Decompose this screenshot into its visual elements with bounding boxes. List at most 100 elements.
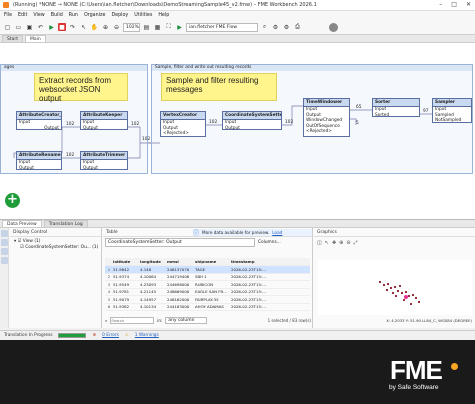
data-table: latitude longitude mmsi shipname timesta… xyxy=(105,258,310,311)
table-source-select[interactable]: CoordinateSystemSetter: Output xyxy=(105,238,255,247)
table-search-input[interactable] xyxy=(110,317,155,324)
run-icon[interactable]: ▶ xyxy=(47,23,56,32)
grid-icon[interactable]: ▦ xyxy=(153,23,162,32)
port-rejected[interactable]: <Rejected> xyxy=(161,131,205,137)
tree-item-source[interactable]: ☑ CoordinateSystemSetter: Ou... (1) xyxy=(10,245,101,251)
save-icon[interactable]: ▣ xyxy=(25,23,34,32)
tree-label: CoordinateSystemSetter: Ou... (1) xyxy=(25,245,99,250)
graphics-view[interactable] xyxy=(318,260,472,315)
settings-icon[interactable]: ⚙ xyxy=(271,23,280,32)
column-filter-select[interactable]: any column xyxy=(165,317,208,324)
search-icon[interactable]: ⌕ xyxy=(260,23,269,32)
zoom-out-icon[interactable]: ⊖ xyxy=(346,240,350,246)
measure-icon[interactable]: ⤢ xyxy=(354,240,358,246)
gear-icon[interactable]: ⚙ xyxy=(282,23,291,32)
selected-point[interactable] xyxy=(404,295,408,299)
run-target-select[interactable]: ian.fletcher FME Flow xyxy=(186,22,258,32)
play-icon[interactable]: ▶ xyxy=(175,23,184,32)
port-notsampled[interactable]: NotSampled xyxy=(433,118,471,124)
workspace-canvas[interactable]: ages Sample, filter and write out result… xyxy=(0,43,475,220)
transformer-sorter[interactable]: Sorter Input Sorted xyxy=(372,98,420,119)
port-output[interactable]: Output xyxy=(81,166,127,172)
error-count[interactable]: 0 Errors xyxy=(102,333,119,338)
pan-icon[interactable]: ✥ xyxy=(332,240,336,246)
transformer-name: AttributeTrimmer xyxy=(81,152,127,160)
port-sorted[interactable]: Sorted xyxy=(373,113,419,119)
port-output[interactable]: Output xyxy=(81,126,127,132)
port-output[interactable]: Output xyxy=(17,166,61,172)
transformer-sampler[interactable]: Sampler Input Sampled NotSampled xyxy=(432,98,472,123)
filter-icon[interactable] xyxy=(1,257,8,264)
menu-file[interactable]: File xyxy=(4,13,12,18)
tab-start[interactable]: Start xyxy=(2,35,23,42)
fit-icon[interactable]: ⛶ xyxy=(164,23,173,32)
zoom-in-icon[interactable]: ⊕ xyxy=(101,23,110,32)
graphics-icon[interactable] xyxy=(1,248,8,255)
menu-organize[interactable]: Organize xyxy=(84,13,106,18)
port-rejected[interactable]: <Rejected> xyxy=(304,129,349,135)
maximize-button[interactable]: □ xyxy=(451,1,457,8)
table-row[interactable]: 4 51.9781 4.21145 248669000 EAGLE SAN FR... 2… xyxy=(105,289,310,296)
tab-data-preview[interactable]: Data Preview xyxy=(2,220,42,227)
port-output[interactable]: Output xyxy=(17,126,61,132)
column-header[interactable]: latitude xyxy=(113,259,140,264)
pan-icon[interactable]: ✋ xyxy=(90,23,99,32)
fme-logo: FME xyxy=(390,355,443,385)
stop-icon[interactable]: ■ xyxy=(58,23,66,31)
transformer-vertexcreator[interactable]: VertexCreator Input Output <Rejected> xyxy=(160,111,206,137)
transformer-timewindower[interactable]: TimeWindower Input Output WindowChanged … xyxy=(303,98,350,137)
warning-count[interactable]: 1 Warnings xyxy=(135,333,159,338)
avatar[interactable] xyxy=(329,22,338,32)
add-transformer-button[interactable]: + xyxy=(5,193,20,208)
menu-help[interactable]: Help xyxy=(158,13,169,18)
minimize-button[interactable]: – xyxy=(439,1,442,8)
zoom-level-field[interactable]: 102% xyxy=(123,22,140,32)
column-header[interactable]: mmsi xyxy=(167,259,195,264)
menu-build[interactable]: Build xyxy=(51,13,63,18)
column-header[interactable]: longitude xyxy=(140,259,167,264)
menu-run[interactable]: Run xyxy=(69,13,78,18)
transformer-attributerenamer[interactable]: AttributeRenamer Input Output xyxy=(16,151,62,172)
close-button[interactable]: ✕ xyxy=(466,1,471,8)
feature-count: 5 xyxy=(356,121,359,126)
annotation-sample[interactable]: Sample and filter resulting messages xyxy=(161,73,277,101)
transformer-attributecreator[interactable]: AttributeCreator_2 Input Output xyxy=(16,111,62,132)
transformer-name: VertexCreator xyxy=(161,112,205,120)
toolbar: ▢ ▭ ▣ ↶ ▶ ■ ↷ ↖ ✋ ⊕ ⊖ 102% ▤ ▦ ⛶ ▶ ian.f… xyxy=(0,20,475,35)
layout-icon[interactable]: ▤ xyxy=(142,23,151,32)
table-row[interactable]: 3 51.9549 4.23093 244698000 RUBICON 2026-02-2… xyxy=(105,281,310,289)
table-icon[interactable] xyxy=(1,239,8,246)
column-header[interactable]: timestamp xyxy=(231,259,266,264)
transformer-attributekeeper[interactable]: AttributeKeeper Input Output xyxy=(80,111,128,132)
redo-icon[interactable]: ↷ xyxy=(68,23,77,32)
menu-utilities[interactable]: Utilities xyxy=(134,13,152,18)
zoom-in-icon[interactable]: ⊕ xyxy=(339,240,343,246)
port-output[interactable]: Output xyxy=(223,126,281,132)
menu-edit[interactable]: Edit xyxy=(18,13,27,18)
table-row[interactable]: 2 51.9374 4.10064 244719408 SBH 1 2026-02-23T… xyxy=(105,274,310,281)
print-icon[interactable]: ⎙ xyxy=(293,23,302,32)
table-row[interactable]: 6 51.9382 4.10134 244183000 AHOY ADAMAS 2026-… xyxy=(105,304,310,311)
layers-icon[interactable]: ◫ xyxy=(317,240,322,246)
column-header[interactable]: shipname xyxy=(195,259,231,264)
menu-deploy[interactable]: Deploy xyxy=(111,13,128,18)
feature-count: 65 xyxy=(356,105,362,110)
tab-main[interactable]: Main xyxy=(25,35,46,42)
undo-icon[interactable]: ↶ xyxy=(36,23,45,32)
feature-count: 102 xyxy=(66,153,75,158)
new-icon[interactable]: ▢ xyxy=(3,23,12,32)
annotation-extract[interactable]: Extract records from websocket JSON outp… xyxy=(34,73,128,103)
columns-button[interactable]: Columns... xyxy=(258,240,281,245)
open-icon[interactable]: ▭ xyxy=(14,23,23,32)
table-row[interactable]: 1 51.9842 4.148 246137070 TAGE 2026-02-23T15:… xyxy=(105,266,310,274)
menu-view[interactable]: View xyxy=(33,13,44,18)
zoom-out-icon[interactable]: ⊖ xyxy=(112,23,121,32)
tab-translation-log[interactable]: Translation Log xyxy=(43,220,88,227)
transformer-attributetrimmer[interactable]: AttributeTrimmer Input Output xyxy=(80,151,128,172)
select-icon[interactable]: ↖ xyxy=(325,240,329,246)
pointer-icon[interactable]: ↖ xyxy=(79,23,88,32)
window-title: (Running) *NONE → NONE (C:\Users\ian.fle… xyxy=(13,2,317,8)
view-icon[interactable] xyxy=(1,230,8,237)
table-row[interactable]: 5 51.9079 4.14957 246162000 FAIRPLAY-35 2026-… xyxy=(105,296,310,304)
transformer-coordinatesystemsetter[interactable]: CoordinateSystemSetter Input Output xyxy=(222,111,282,132)
